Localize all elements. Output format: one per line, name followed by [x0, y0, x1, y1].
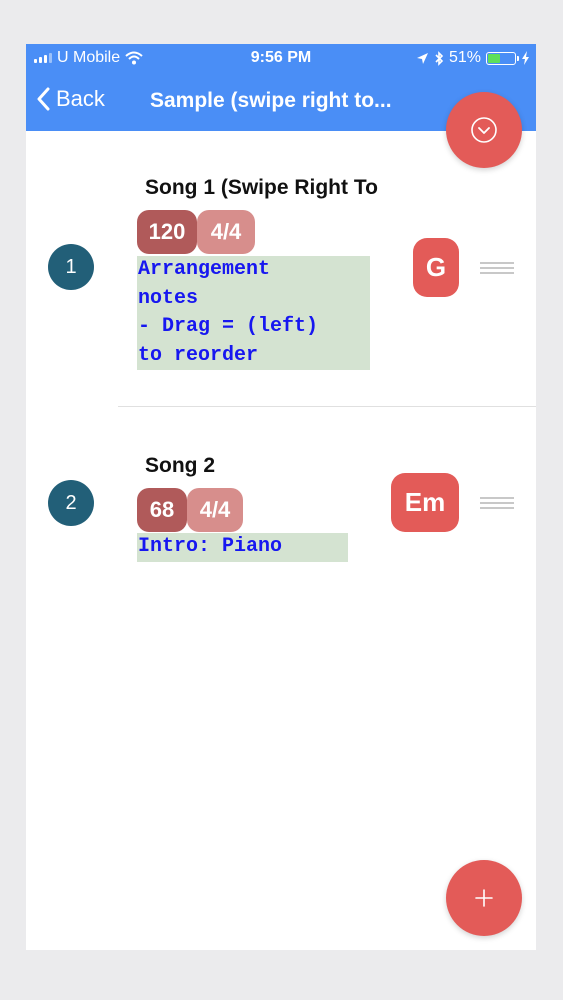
plus-icon: [475, 889, 493, 907]
song-title: Song 2: [145, 454, 216, 477]
status-indicators: 51%: [416, 49, 530, 67]
collapse-button[interactable]: [446, 92, 522, 168]
bluetooth-icon: [435, 50, 444, 66]
arrangement-notes: Arrangement notes - Drag = (left) to reo…: [137, 256, 370, 370]
drag-handle-icon[interactable]: [480, 262, 514, 277]
chevron-left-icon: [37, 87, 50, 111]
row-divider: [118, 406, 536, 407]
key-button[interactable]: G: [413, 238, 459, 297]
tempo-tag: 68: [137, 488, 187, 532]
battery-icon: [486, 51, 519, 65]
arrangement-notes: Intro: Piano: [137, 533, 348, 562]
battery-level: [488, 53, 500, 63]
key-button[interactable]: Em: [391, 473, 459, 532]
add-song-button[interactable]: [446, 860, 522, 936]
time-signature-tag: 4/4: [187, 488, 243, 532]
back-button[interactable]: Back: [36, 86, 105, 112]
charging-bolt-icon: [522, 51, 529, 65]
song-title: Song 1 (Swipe Right To: [145, 176, 378, 199]
app-screen: U Mobile 9:56 PM 51% Back Sample (swipe …: [26, 44, 536, 950]
song-number-badge: 2: [48, 480, 94, 526]
drag-handle-icon[interactable]: [480, 497, 514, 512]
back-label: Back: [56, 86, 105, 111]
tempo-tag: 120: [137, 210, 197, 254]
time-signature-tag: 4/4: [197, 210, 255, 254]
status-bar: U Mobile 9:56 PM 51%: [26, 44, 536, 72]
location-arrow-icon: [416, 52, 428, 64]
page-title: Sample (swipe right to...: [150, 89, 392, 112]
song-number-badge: 1: [48, 244, 94, 290]
battery-percent: 51%: [448, 49, 481, 66]
chevron-down-circle-icon: [471, 117, 497, 143]
